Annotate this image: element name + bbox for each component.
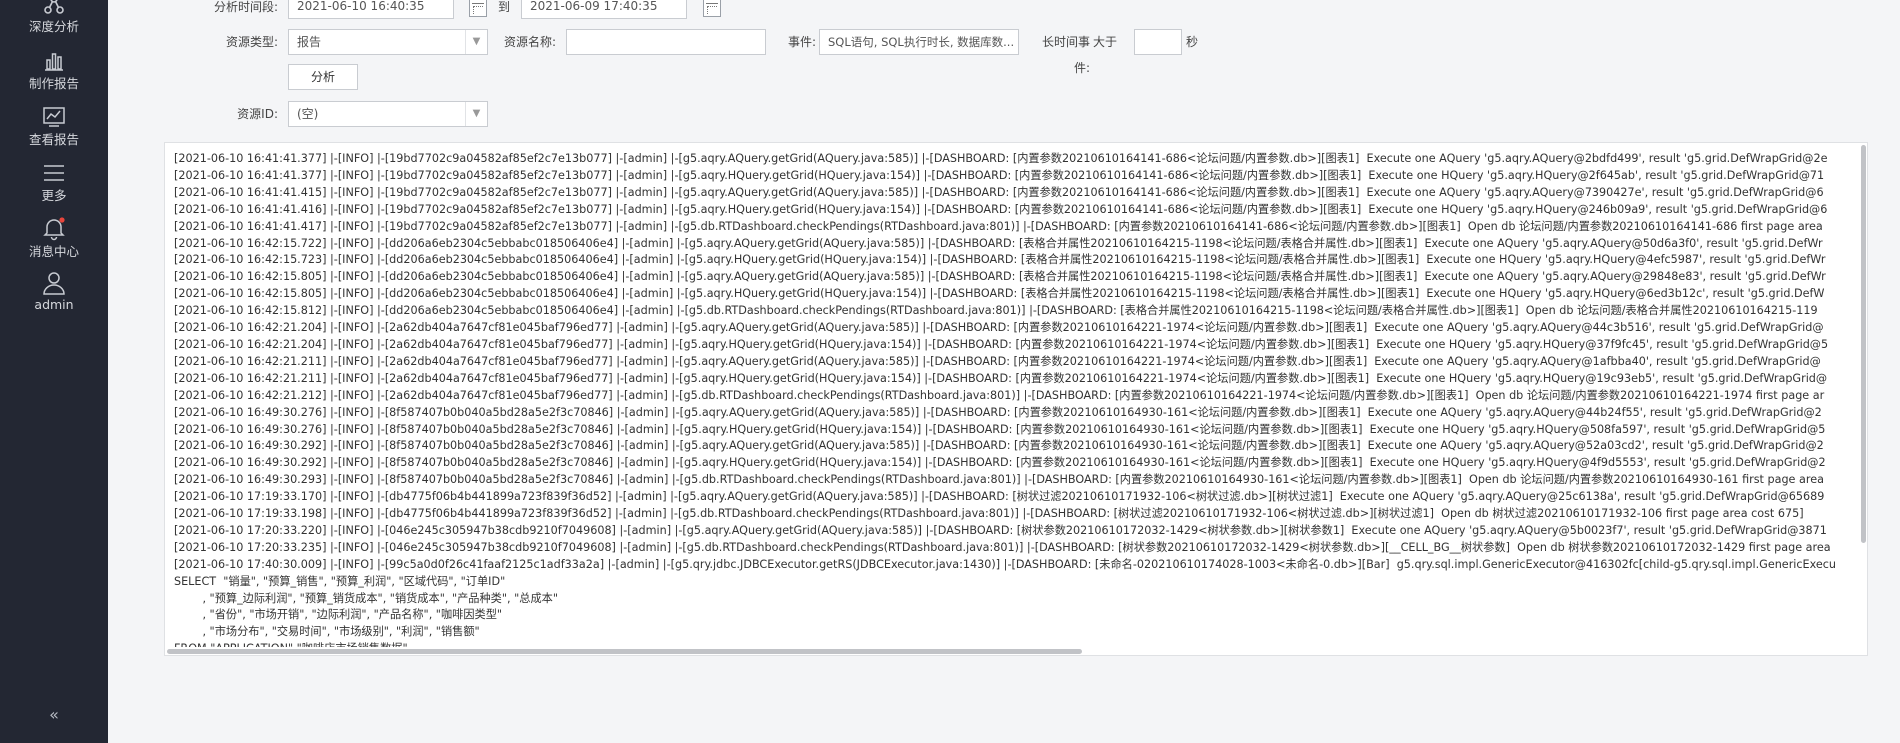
sidebar-item-label: 更多: [41, 188, 67, 203]
log-line: [2021-06-10 16:49:30.293] |-[INFO] |-[8f…: [174, 473, 1824, 487]
menu-icon: [44, 165, 64, 181]
log-line: [2021-06-10 16:49:30.292] |-[INFO] |-[8f…: [174, 456, 1826, 470]
user-icon: [43, 272, 65, 295]
log-line: [2021-06-10 16:41:41.416] |-[INFO] |-[19…: [174, 202, 1828, 216]
log-line: [2021-06-10 17:19:33.170] |-[INFO] |-[db…: [174, 490, 1825, 504]
time-range-label: 分析时间段:: [213, 0, 278, 14]
sidebar-item-create-report[interactable]: 制作报告: [0, 46, 108, 102]
resource-id-label: 资源ID:: [237, 107, 278, 121]
start-time-input[interactable]: 2021-06-10 16:40:35: [288, 0, 454, 19]
log-line: , "省份", "市场开销", "边际利润", "产品名称", "咖啡因类型": [174, 608, 503, 622]
log-line: [2021-06-10 16:42:15.805] |-[INFO] |-[dd…: [174, 270, 1826, 284]
resource-type-value: 报告: [297, 35, 322, 49]
collapse-sidebar-button[interactable]: «: [44, 706, 64, 724]
log-line: [2021-06-10 16:41:41.377] |-[INFO] |-[19…: [174, 168, 1825, 182]
sidebar-item-view-report[interactable]: 查看报告: [0, 102, 108, 158]
sidebar-item-label: 消息中心: [28, 244, 79, 259]
log-line: [2021-06-10 16:42:21.211] |-[INFO] |-[2a…: [174, 354, 1821, 368]
long-event-seconds-input[interactable]: [1134, 29, 1182, 55]
log-line: [2021-06-10 17:20:33.235] |-[INFO] |-[04…: [174, 540, 1831, 554]
log-line: , "预算_边际利润", "预算_销货成本", "销货成本", "产品种类", …: [174, 591, 558, 605]
log-line: [2021-06-10 16:42:15.805] |-[INFO] |-[dd…: [174, 287, 1825, 301]
to-label: 到: [497, 0, 510, 14]
greater-than-label: 大于: [1092, 35, 1117, 49]
sidebar-item-label: 制作报告: [28, 76, 79, 91]
event-label: 事件:: [787, 35, 816, 49]
log-line: [2021-06-10 16:41:41.377] |-[INFO] |-[19…: [174, 152, 1828, 165]
end-calendar-icon[interactable]: [703, 0, 721, 17]
log-line: SELECT "销量", "预算_销售", "预算_利润", "区域代码", "…: [174, 574, 506, 588]
log-line: [2021-06-10 16:42:21.211] |-[INFO] |-[2a…: [174, 371, 1828, 385]
log-line: [2021-06-10 16:41:41.417] |-[INFO] |-[19…: [174, 219, 1823, 233]
sidebar-item-label: admin: [34, 297, 74, 312]
log-line: [2021-06-10 17:19:33.198] |-[INFO] |-[db…: [174, 507, 1804, 521]
vertical-scrollbar[interactable]: [1861, 145, 1866, 543]
resource-type-label: 资源类型:: [225, 35, 278, 49]
resource-type-select[interactable]: 报告 ▼: [288, 29, 488, 55]
log-line: FROM "APPLICATION"."咖啡店市场销售数据": [174, 641, 1854, 647]
line-chart-icon: [43, 107, 65, 127]
horizontal-scrollbar[interactable]: [167, 649, 1082, 654]
log-line: [2021-06-10 16:49:30.276] |-[INFO] |-[8f…: [174, 405, 1822, 419]
log-line: [2021-06-10 16:42:21.204] |-[INFO] |-[2a…: [174, 321, 1824, 335]
log-line: [2021-06-10 17:20:33.220] |-[INFO] |-[04…: [174, 523, 1827, 537]
bar-chart-icon: [45, 53, 63, 71]
sidebar-item-label: 深度分析: [28, 19, 79, 34]
log-line: [2021-06-10 16:42:15.722] |-[INFO] |-[dd…: [174, 236, 1823, 250]
resource-name-label: 资源名称:: [503, 35, 556, 49]
chevron-down-icon: ▼: [465, 30, 487, 54]
log-line: [2021-06-10 16:42:21.204] |-[INFO] |-[2a…: [174, 337, 1829, 351]
log-line: , "市场分布", "交易时间", "市场级别", "利润", "销售额": [174, 625, 480, 639]
sidebar: 深度分析 制作报告 查看报告 更多 消息中心 admin «: [0, 0, 108, 743]
start-calendar-icon[interactable]: [469, 0, 487, 17]
sidebar-item-admin[interactable]: admin: [0, 270, 108, 326]
chevron-down-icon: ▼: [465, 102, 487, 126]
analyze-button[interactable]: 分析: [288, 64, 358, 90]
log-line: [2021-06-10 16:41:41.415] |-[INFO] |-[19…: [174, 185, 1824, 199]
log-output-panel[interactable]: [2021-06-10 16:41:41.377] |-[INFO] |-[19…: [164, 142, 1868, 656]
log-lines: [2021-06-10 16:41:41.377] |-[INFO] |-[19…: [174, 151, 1854, 647]
resource-id-value: (空): [297, 107, 319, 121]
bell-icon: [43, 217, 65, 241]
log-line: [2021-06-10 17:40:30.009] |-[INFO] |-[99…: [174, 557, 1837, 571]
main-content: 分析时间段: 2021-06-10 16:40:35 到 2021-06-09 …: [108, 0, 1900, 743]
sidebar-item-label: 查看报告: [28, 132, 79, 147]
resource-id-select[interactable]: (空) ▼: [288, 101, 488, 127]
resource-name-input[interactable]: [566, 29, 766, 55]
end-time-input[interactable]: 2021-06-09 17:40:35: [521, 0, 687, 19]
log-line: [2021-06-10 16:42:21.212] |-[INFO] |-[2a…: [174, 388, 1825, 402]
sidebar-item-more[interactable]: 更多: [0, 158, 108, 214]
log-line: [2021-06-10 16:49:30.276] |-[INFO] |-[8f…: [174, 422, 1826, 436]
sidebar-item-messages[interactable]: 消息中心: [0, 214, 108, 270]
log-line: [2021-06-10 16:49:30.292] |-[INFO] |-[8f…: [174, 439, 1824, 453]
seconds-label: 秒: [1186, 35, 1199, 49]
log-line: [2021-06-10 16:42:15.812] |-[INFO] |-[dd…: [174, 304, 1818, 318]
long-event-label: 长时间事件:: [1041, 35, 1090, 75]
log-line: [2021-06-10 16:42:15.723] |-[INFO] |-[dd…: [174, 253, 1826, 267]
event-select[interactable]: SQL语句, SQL执行时长, 数据库数...: [819, 29, 1019, 55]
